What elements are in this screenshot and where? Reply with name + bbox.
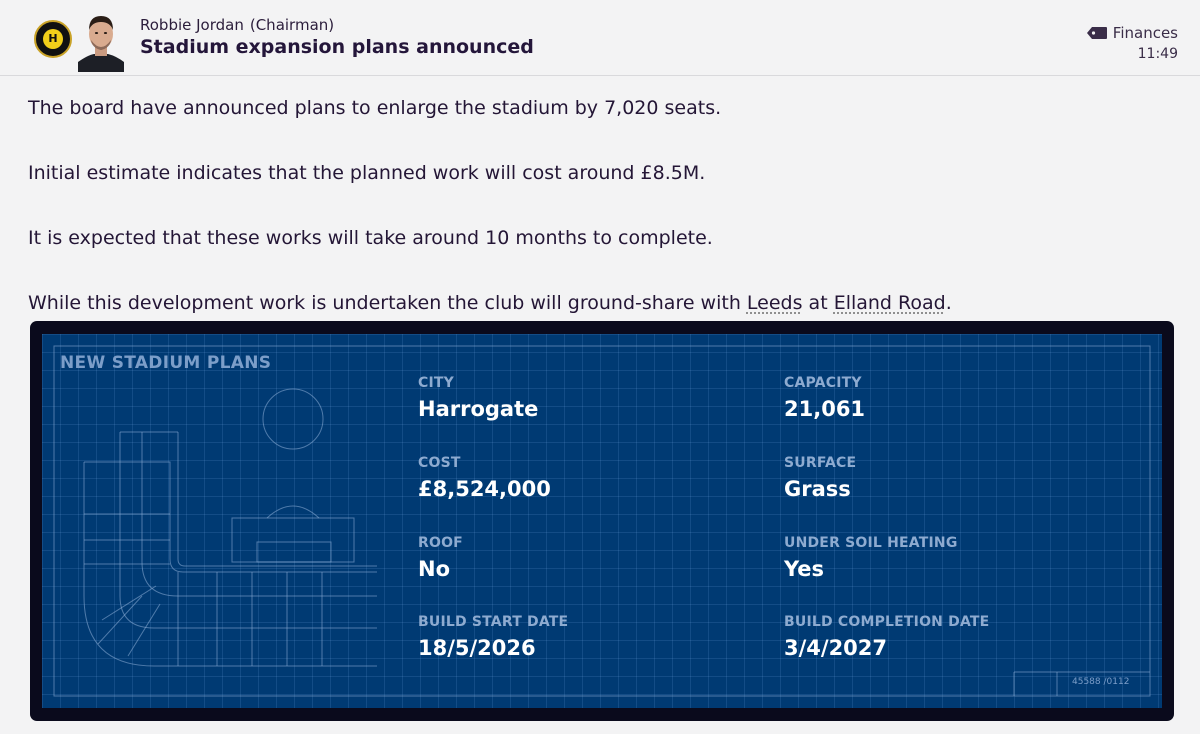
category-label: Finances — [1112, 24, 1178, 42]
field-cost: COST £8,524,000 — [418, 455, 551, 501]
cost-value: £8,524,000 — [418, 477, 551, 501]
tag-icon — [1086, 27, 1107, 39]
body-paragraph: Initial estimate indicates that the plan… — [28, 162, 706, 184]
build-start-value: 18/5/2026 — [418, 636, 536, 660]
heating-value: Yes — [784, 557, 825, 581]
sender-name[interactable]: Robbie Jordan — [140, 16, 244, 34]
club-link-leeds[interactable]: Leeds — [747, 292, 803, 314]
body-text-segment: . — [945, 292, 952, 314]
stadium-link-elland-road[interactable]: Elland Road — [834, 292, 946, 314]
stadium-plans-panel: NEW STADIUM PLANS CITY Harrogate CAPACIT… — [42, 334, 1162, 708]
field-city: CITY Harrogate — [418, 375, 538, 421]
field-surface: SURFACE Grass — [784, 455, 856, 501]
message-body: The board have announced plans to enlarg… — [28, 96, 1178, 356]
roof-value: No — [418, 557, 451, 581]
club-badge-letter: H — [43, 29, 63, 49]
field-build-start: BUILD START DATE 18/5/2026 — [418, 614, 568, 660]
surface-label: SURFACE — [784, 455, 857, 471]
message-header: H Robbie Jordan (Chairman) Stadium expans… — [0, 0, 1200, 76]
plans-title: NEW STADIUM PLANS — [60, 353, 272, 373]
city-label: CITY — [418, 375, 454, 391]
body-text-segment: at — [802, 292, 834, 314]
capacity-value: 21,061 — [784, 397, 866, 421]
field-under-soil-heating: UNDER SOIL HEATING Yes — [784, 535, 958, 581]
sender[interactable]: Robbie Jordan (Chairman) — [140, 16, 334, 34]
message-subject: Stadium expansion plans announced — [140, 36, 534, 58]
body-text-segment: While this development work is undertake… — [28, 292, 747, 314]
surface-value: Grass — [784, 477, 851, 501]
body-paragraph-groundshare: While this development work is undertake… — [28, 291, 1178, 315]
roof-label: ROOF — [418, 535, 463, 551]
body-paragraph: The board have announced plans to enlarg… — [28, 97, 722, 119]
build-start-label: BUILD START DATE — [418, 614, 569, 630]
body-paragraph: It is expected that these works will tak… — [28, 227, 713, 249]
field-roof: ROOF No — [418, 535, 463, 581]
drawing-code: 45588 /0112 — [1072, 677, 1130, 687]
message-time: 11:49 — [1137, 46, 1178, 62]
capacity-label: CAPACITY — [784, 375, 862, 391]
build-completion-value: 3/4/2027 — [784, 636, 888, 660]
cost-label: COST — [418, 455, 461, 471]
build-completion-label: BUILD COMPLETION DATE — [784, 614, 990, 630]
blueprint-drawing — [53, 345, 1151, 697]
city-value: Harrogate — [418, 397, 539, 421]
category-tag[interactable]: Finances — [1086, 24, 1178, 42]
club-badge-icon[interactable]: H — [34, 20, 72, 58]
field-capacity: CAPACITY 21,061 — [784, 375, 865, 421]
field-build-completion: BUILD COMPLETION DATE 3/4/2027 — [784, 614, 989, 660]
heating-label: UNDER SOIL HEATING — [784, 535, 958, 551]
avatar[interactable] — [78, 10, 124, 72]
sender-role: (Chairman) — [249, 16, 335, 34]
